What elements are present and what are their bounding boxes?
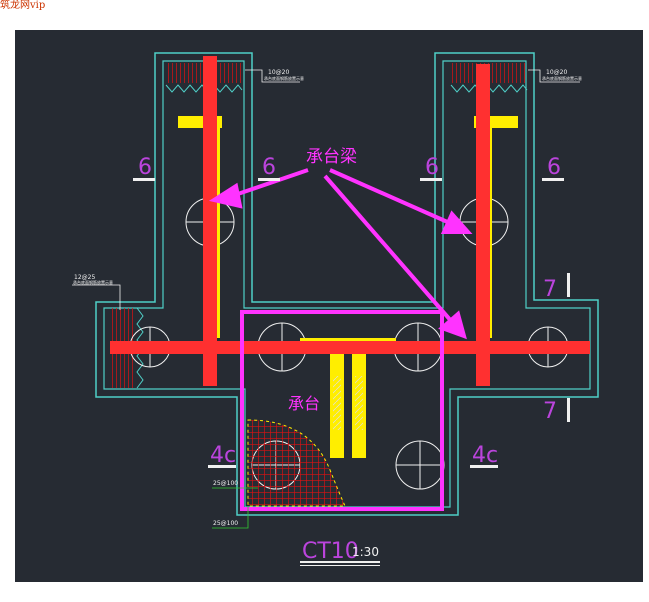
section-label-4c-a: 4c — [210, 443, 236, 468]
rebar-label-bottom-2: 25@100 — [213, 520, 238, 527]
beam-vertical-left — [203, 56, 217, 386]
section-label-6-a: 6 — [138, 155, 152, 180]
cap-callout-label: 承台 — [288, 394, 320, 413]
beam-vertical-right — [476, 64, 490, 386]
drawing-title: CT10 — [302, 539, 359, 564]
beam-horizontal — [110, 341, 590, 354]
section-label-7-a: 7 — [543, 277, 557, 302]
section-label-4c-b: 4c — [472, 443, 498, 468]
section-label-6-d: 6 — [547, 155, 561, 180]
rebar-note-top-right: 承台底面钢筋放置示意 — [542, 75, 582, 81]
beam-callout-label: 承台梁 — [306, 147, 357, 167]
section-label-7-b: 7 — [543, 399, 557, 424]
rebar-note-side: 承台底面钢筋放置示意 — [73, 279, 113, 285]
section-label-6-c: 6 — [425, 155, 439, 180]
rebar-note-top-left: 承台底面钢筋放置示意 — [264, 75, 304, 81]
rebar-label-top-left: 10@20 — [268, 69, 289, 76]
rebar-label-bottom-1: 25@100 — [213, 480, 238, 487]
title-underline-2 — [300, 565, 380, 566]
rebar-label-top-right: 10@20 — [546, 69, 567, 76]
section-label-6-b: 6 — [262, 155, 276, 180]
cad-drawing: 承台梁 承台 6 6 6 6 7 7 4c 4c 10@20 承台底面钢筋放置示… — [15, 30, 643, 582]
drawing-scale: 1:30 — [352, 545, 379, 559]
